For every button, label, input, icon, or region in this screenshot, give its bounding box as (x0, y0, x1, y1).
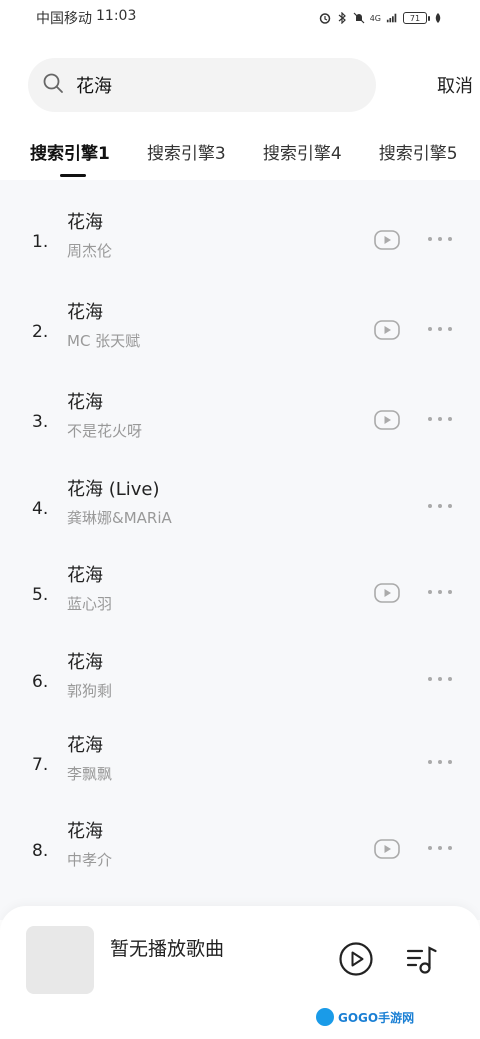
song-title: 花海 (67, 392, 103, 413)
list-item[interactable]: 5. 花海 蓝心羽 (0, 551, 480, 631)
now-playing-text: 暂无播放歌曲 (110, 938, 225, 960)
list-item[interactable]: 8. 花海 中孝介 (0, 807, 480, 887)
more-icon[interactable] (428, 839, 452, 857)
song-artist: 周杰伦 (67, 242, 113, 260)
tab-search-engine-1[interactable]: 搜索引擎1 (30, 138, 110, 182)
list-item[interactable]: 1. 花海 周杰伦 (0, 198, 480, 278)
battery-icon: 71 (403, 12, 430, 24)
item-index: 1. (32, 232, 49, 252)
cancel-button[interactable]: 取消 (402, 72, 480, 98)
bluetooth-icon (336, 12, 348, 24)
battery-level: 71 (409, 13, 421, 23)
more-icon[interactable] (428, 670, 452, 688)
mv-play-icon[interactable] (374, 839, 400, 859)
mv-play-icon[interactable] (374, 410, 400, 430)
list-item[interactable]: 3. 花海 不是花火呀 (0, 378, 480, 458)
carrier-name: 中国移动 (36, 11, 92, 27)
album-cover[interactable] (26, 926, 94, 994)
item-index: 7. (32, 755, 49, 775)
playlist-icon[interactable] (404, 941, 440, 977)
signal-icon (386, 12, 398, 24)
mv-play-icon[interactable] (374, 230, 400, 250)
song-artist: 中孝介 (67, 851, 113, 869)
song-artist: 龚琳娜&MARiA (67, 509, 172, 527)
search-box[interactable] (28, 58, 376, 112)
watermark-logo-icon (316, 1008, 334, 1026)
song-title: 花海 (Live) (67, 479, 160, 500)
tab-search-engine-5[interactable]: 搜索引擎5 (379, 138, 458, 182)
item-index: 8. (32, 841, 49, 861)
network-type: 4G (369, 13, 381, 23)
status-icons: 4G 71 (319, 12, 444, 24)
leaf-icon (432, 12, 444, 24)
song-artist: 蓝心羽 (67, 595, 113, 613)
mute-icon (353, 12, 365, 24)
watermark-text: GOGO手游网 (338, 1010, 415, 1025)
status-left: 中国移动 11:03 (36, 8, 136, 28)
item-index: 6. (32, 672, 49, 692)
search-engine-tabs: 搜索引擎1 搜索引擎3 搜索引擎4 搜索引擎5 (30, 138, 480, 182)
song-artist: 不是花火呀 (67, 422, 143, 440)
result-list: 1. 花海 周杰伦 2. 花海 MC 张天赋 3. 花海 不是花火呀 4. 花海… (0, 180, 480, 920)
item-index: 2. (32, 322, 49, 342)
mv-play-icon[interactable] (374, 583, 400, 603)
song-title: 花海 (67, 302, 103, 323)
list-item[interactable]: 2. 花海 MC 张天赋 (0, 288, 480, 368)
mv-play-icon[interactable] (374, 320, 400, 340)
list-item[interactable]: 7. 花海 李飘飘 (0, 721, 480, 801)
watermark: GOGO手游网 (316, 1008, 414, 1026)
more-icon[interactable] (428, 320, 452, 338)
status-bar: 中国移动 11:03 4G 71 (0, 0, 480, 36)
song-title: 花海 (67, 821, 103, 842)
song-title: 花海 (67, 652, 103, 673)
item-index: 5. (32, 585, 49, 605)
search-icon (42, 72, 64, 98)
item-index: 4. (32, 499, 49, 519)
more-icon[interactable] (428, 410, 452, 428)
more-icon[interactable] (428, 753, 452, 771)
song-title: 花海 (67, 212, 103, 233)
tab-search-engine-3[interactable]: 搜索引擎3 (147, 138, 226, 182)
play-button[interactable] (338, 941, 374, 977)
song-title: 花海 (67, 565, 103, 586)
list-item[interactable]: 6. 花海 郭狗剩 (0, 638, 480, 718)
tab-search-engine-4[interactable]: 搜索引擎4 (263, 138, 342, 182)
search-row: 取消 (28, 58, 480, 112)
song-artist: 郭狗剩 (67, 682, 113, 700)
song-title: 花海 (67, 735, 103, 756)
song-artist: 李飘飘 (67, 765, 113, 783)
alarm-icon (319, 12, 331, 24)
more-icon[interactable] (428, 497, 452, 515)
more-icon[interactable] (428, 583, 452, 601)
clock: 11:03 (96, 8, 137, 24)
song-artist: MC 张天赋 (67, 332, 141, 350)
more-icon[interactable] (428, 230, 452, 248)
list-item[interactable]: 4. 花海 (Live) 龚琳娜&MARiA (0, 465, 480, 545)
item-index: 3. (32, 412, 49, 432)
search-input[interactable] (76, 74, 326, 96)
